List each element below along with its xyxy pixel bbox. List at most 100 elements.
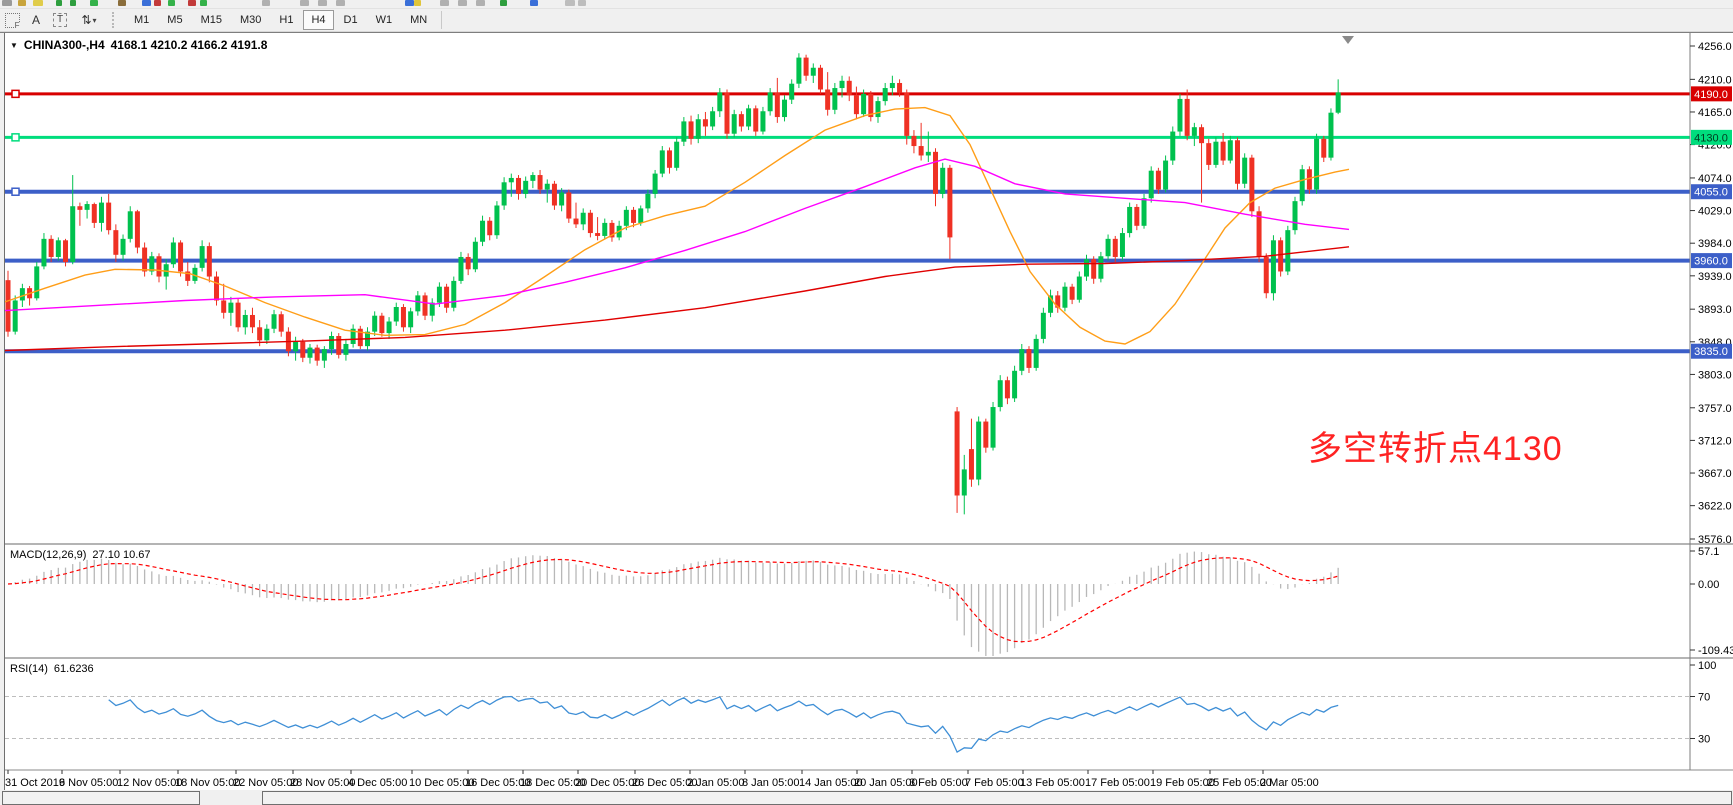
toolbar-icon-fragment — [90, 0, 98, 6]
toolbar-icon-fragment — [440, 0, 449, 6]
line-handle[interactable] — [12, 90, 19, 97]
toolbar-drag-handle[interactable] — [112, 12, 118, 28]
chart-window: 4256.04210.04165.04120.04074.04029.03984… — [0, 32, 1733, 791]
toolbar-icon-fragment — [142, 0, 151, 6]
toolbar-icon-fragment — [188, 0, 196, 6]
svg-text:20 Dec 05:00: 20 Dec 05:00 — [575, 777, 640, 789]
svg-text:-109.43: -109.43 — [1698, 645, 1733, 657]
svg-text:4074.0: 4074.0 — [1698, 173, 1732, 185]
toolbar-icon-fragment — [336, 0, 345, 6]
timeframe-buttons: M1M5M15M30H1H4D1W1MN — [125, 10, 436, 30]
svg-text:4256.0: 4256.0 — [1698, 41, 1732, 53]
toolbar-icon-fragment — [154, 0, 161, 6]
svg-text:3667.0: 3667.0 — [1698, 468, 1732, 480]
svg-text:57.1: 57.1 — [1698, 546, 1719, 558]
toolbar-icon-fragment — [318, 0, 327, 6]
toolbar-icon-fragment — [414, 0, 421, 6]
svg-text:17 Feb 05:00: 17 Feb 05:00 — [1085, 777, 1150, 789]
svg-text:3 Feb 05:00: 3 Feb 05:00 — [909, 777, 968, 789]
svg-text:4055.0: 4055.0 — [1694, 187, 1728, 199]
rsi-value: 61.6236 — [54, 663, 94, 675]
svg-text:28 Nov 05:00: 28 Nov 05:00 — [290, 777, 355, 789]
svg-text:18 Nov 05:00: 18 Nov 05:00 — [175, 777, 240, 789]
toolbar-icon-fragment — [500, 0, 507, 6]
timeframe-button-w1[interactable]: W1 — [368, 10, 401, 30]
line-handle[interactable] — [12, 188, 19, 195]
svg-text:8 Jan 05:00: 8 Jan 05:00 — [742, 777, 800, 789]
svg-text:3576.0: 3576.0 — [1698, 534, 1732, 546]
svg-text:3757.0: 3757.0 — [1698, 403, 1732, 415]
svg-text:30: 30 — [1698, 734, 1710, 746]
text-box-tool-button[interactable]: T — [48, 10, 72, 30]
toolbar-icon-fragment — [2, 0, 12, 6]
svg-text:3893.0: 3893.0 — [1698, 304, 1732, 316]
svg-text:3803.0: 3803.0 — [1698, 369, 1732, 381]
arrows-icon: ⇅ — [81, 13, 91, 27]
chevron-down-icon: ▾ — [93, 16, 97, 25]
svg-text:3622.0: 3622.0 — [1698, 501, 1732, 513]
svg-text:70: 70 — [1698, 692, 1710, 704]
bottom-panel-edge — [2, 791, 200, 805]
chart-text-annotation[interactable]: 多空转折点4130 — [1308, 421, 1563, 470]
text-box-icon: T — [53, 13, 67, 27]
svg-text:4130.0: 4130.0 — [1694, 132, 1728, 144]
chart-canvas[interactable]: 4256.04210.04165.04120.04074.04029.03984… — [0, 33, 1733, 791]
svg-text:3984.0: 3984.0 — [1698, 238, 1732, 250]
svg-text:3960.0: 3960.0 — [1694, 256, 1728, 268]
svg-text:12 Nov 05:00: 12 Nov 05:00 — [117, 777, 182, 789]
toolbar-icon-fragment — [476, 0, 485, 6]
timeframe-button-mn[interactable]: MN — [402, 10, 435, 30]
rsi-indicator-label: RSI(14) 61.6236 — [10, 663, 94, 675]
arrows-tool-button[interactable]: ⇅ ▾ — [72, 10, 106, 30]
ohlc-readout: 4168.1 4210.2 4166.2 4191.8 — [111, 38, 268, 52]
chart-title: ▼ CHINA300-,H4 4168.1 4210.2 4166.2 4191… — [10, 38, 267, 52]
collapse-arrow-icon[interactable]: ▼ — [10, 41, 18, 50]
timeframe-button-m1[interactable]: M1 — [126, 10, 157, 30]
line-handle[interactable] — [12, 134, 19, 141]
docking-handle-icon[interactable]: F — [0, 10, 24, 30]
clipped-toolbar-row — [0, 0, 1733, 9]
timeframe-button-m5[interactable]: M5 — [159, 10, 190, 30]
svg-text:3835.0: 3835.0 — [1694, 346, 1728, 358]
svg-text:13 Feb 05:00: 13 Feb 05:00 — [1020, 777, 1085, 789]
toolbar-icon-fragment — [200, 0, 207, 6]
toolbar-separator — [441, 11, 442, 29]
svg-text:22 Nov 05:00: 22 Nov 05:00 — [233, 777, 298, 789]
toolbar-icon-fragment — [458, 0, 467, 6]
svg-text:4165.0: 4165.0 — [1698, 107, 1732, 119]
toolbar-icon-fragment — [578, 0, 586, 6]
svg-text:4 Dec 05:00: 4 Dec 05:00 — [348, 777, 407, 789]
toolbar-icon-fragment — [262, 0, 270, 6]
macd-name: MACD(12,26,9) — [10, 549, 86, 561]
svg-text:3939.0: 3939.0 — [1698, 271, 1732, 283]
timeframe-button-d1[interactable]: D1 — [336, 10, 366, 30]
svg-text:6 Nov 05:00: 6 Nov 05:00 — [59, 777, 118, 789]
timeframe-button-h4[interactable]: H4 — [303, 10, 333, 30]
rsi-name: RSI(14) — [10, 663, 48, 675]
toolbar-icon-fragment — [168, 0, 175, 6]
svg-text:4210.0: 4210.0 — [1698, 74, 1732, 86]
symbol-period-label: CHINA300-,H4 — [24, 38, 105, 52]
text-label-tool-button[interactable]: A — [24, 10, 48, 30]
toolbar-icon-fragment — [18, 0, 26, 6]
toolbar-icon-fragment — [565, 0, 575, 6]
timeframe-button-m30[interactable]: M30 — [232, 10, 269, 30]
svg-text:0.00: 0.00 — [1698, 579, 1719, 591]
svg-text:4190.0: 4190.0 — [1694, 89, 1728, 101]
grid-tool-icon: F — [5, 13, 20, 28]
timeframe-button-m15[interactable]: M15 — [193, 10, 230, 30]
svg-text:3712.0: 3712.0 — [1698, 435, 1732, 447]
toolbar-icon-fragment — [33, 0, 43, 6]
svg-text:31 Oct 2019: 31 Oct 2019 — [5, 777, 65, 789]
timeframe-button-h1[interactable]: H1 — [271, 10, 301, 30]
bottom-panel-edge — [262, 791, 1732, 805]
chart-left-frame — [0, 33, 5, 791]
svg-text:19 Feb 05:00: 19 Feb 05:00 — [1150, 777, 1215, 789]
macd-values: 27.10 10.67 — [92, 549, 150, 561]
svg-text:100: 100 — [1698, 660, 1716, 672]
svg-text:2 Jan 05:00: 2 Jan 05:00 — [687, 777, 745, 789]
toolbar-icon-fragment — [300, 0, 309, 6]
toolbar-icon-fragment — [405, 0, 414, 6]
text-label-icon: A — [32, 13, 40, 27]
toolbar-icon-fragment — [118, 0, 126, 6]
